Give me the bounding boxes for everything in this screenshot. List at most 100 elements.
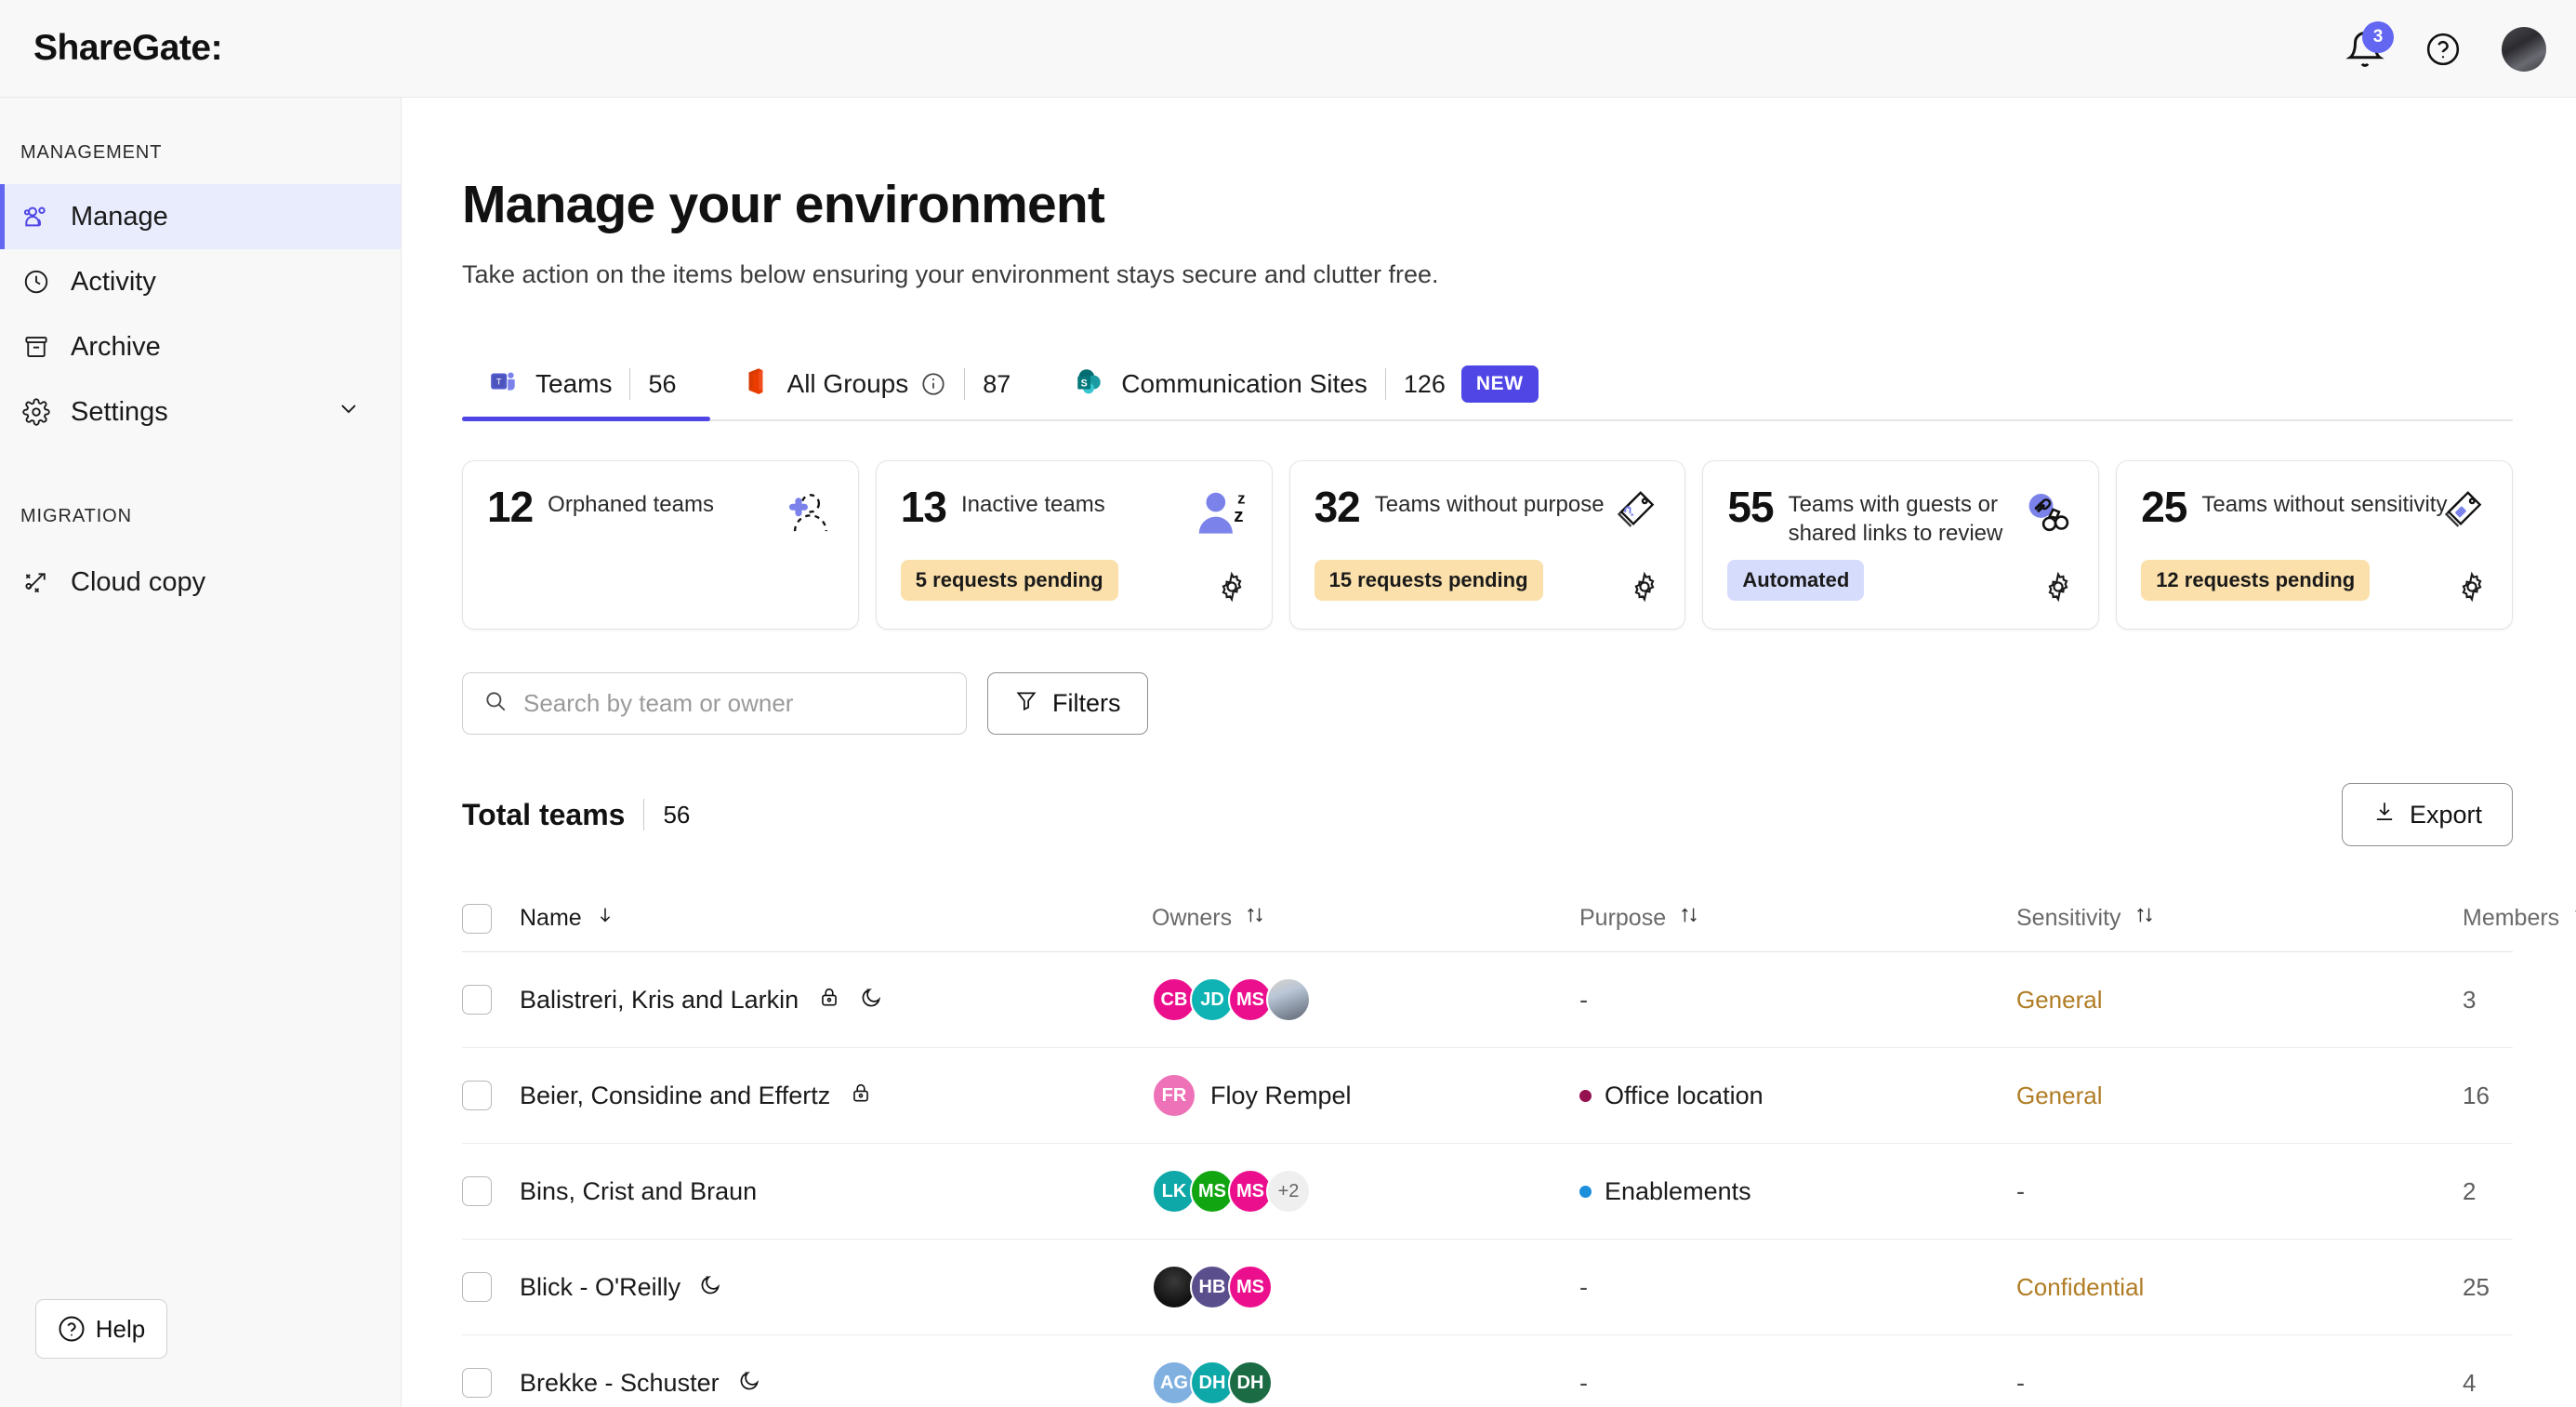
cell-members: 16 [2463, 1082, 2576, 1110]
sidebar-item-manage[interactable]: Manage [0, 184, 401, 249]
sidebar-item-settings[interactable]: Settings [0, 379, 401, 445]
card-settings-gear-icon[interactable] [2456, 571, 2488, 603]
card-settings-gear-icon[interactable] [1629, 571, 1660, 603]
stat-card-teams-without-purpose[interactable]: 32 Teams without purpose ? 15 requests p… [1288, 460, 1686, 630]
app-logo[interactable]: ShareGate: [33, 28, 223, 69]
column-header-members[interactable]: Members [2463, 905, 2576, 932]
table-row[interactable]: Blick - O'Reilly z HB MS - Confidential … [462, 1240, 2513, 1335]
cloud-copy-icon [20, 566, 52, 598]
avatar[interactable]: MS [1228, 1265, 1273, 1309]
column-header-sensitivity[interactable]: Sensitivity [2016, 905, 2463, 932]
tab-count: 87 [983, 369, 1011, 398]
row-checkbox[interactable] [462, 1272, 492, 1302]
avatar[interactable]: DH [1228, 1361, 1273, 1405]
help-circle-icon[interactable] [2425, 32, 2461, 67]
svg-text:z: z [865, 986, 870, 994]
cell-owners: CB JD MS [1152, 977, 1579, 1022]
table-row[interactable]: Brekke - Schuster z AG DH DH - - 4 [462, 1335, 2513, 1407]
purpose-dot [1579, 1089, 1592, 1102]
table-header-row: Name Owners Purpose Sensitivity Members [462, 885, 2576, 952]
search-icon [483, 689, 508, 718]
page-subtitle: Take action on the items below ensuring … [462, 260, 1439, 288]
row-checkbox[interactable] [462, 985, 492, 1015]
search-input[interactable] [523, 689, 945, 718]
search-row: Filters [462, 672, 2513, 735]
row-checkbox[interactable] [462, 1176, 492, 1206]
tab-label: All Groups [786, 369, 909, 398]
tab-all-groups[interactable]: All Groups 87 [710, 349, 1045, 419]
card-label: Teams without sensitivity [2201, 492, 2448, 517]
card-pill: 5 requests pending [900, 560, 1118, 601]
tab-teams[interactable]: T Teams 56 [462, 349, 710, 421]
avatar[interactable]: FR [1152, 1073, 1196, 1118]
sidebar-item-label: Activity [71, 266, 156, 297]
help-button[interactable]: Help [35, 1299, 167, 1359]
column-header-purpose[interactable]: Purpose [1579, 905, 2016, 932]
cell-owners: HB MS [1152, 1265, 1579, 1309]
owner-avatars: LK MS MS +2 [1152, 1169, 1311, 1214]
avatar-overflow-count[interactable]: +2 [1266, 1169, 1311, 1214]
card-number: 13 [900, 483, 947, 531]
card-number: 32 [1314, 483, 1361, 531]
sidebar-section-management: MANAGEMENT [20, 142, 163, 163]
svg-text:z: z [1234, 505, 1243, 526]
tab-count: 126 [1403, 369, 1446, 398]
chevron-down-icon[interactable] [336, 395, 362, 429]
tag-lock-icon [2432, 485, 2490, 543]
stat-cards: 12 Orphaned teams 13 Inactive teams z z … [462, 460, 2513, 630]
stat-card-teams-with-guests[interactable]: 55 Teams with guests or shared links to … [1702, 460, 2100, 630]
tab-communication-sites[interactable]: S Communication Sites 126 NEW [1044, 349, 1571, 419]
members-count: 25 [2463, 1272, 2490, 1301]
cell-members: 4 [2463, 1369, 2576, 1398]
card-settings-gear-icon[interactable] [2042, 571, 2074, 603]
table-row[interactable]: Balistreri, Kris and Larkin z CB JD MS - [462, 952, 2513, 1048]
avatar[interactable] [1266, 977, 1311, 1022]
row-checkbox-cell [462, 1368, 520, 1398]
stat-card-teams-without-sensitivity[interactable]: 25 Teams without sensitivity 12 requests… [2116, 460, 2513, 630]
cell-purpose: - [1579, 1273, 2016, 1302]
stat-card-orphaned-teams[interactable]: 12 Orphaned teams [462, 460, 859, 630]
sidebar-item-label: Manage [71, 201, 168, 232]
select-all-checkbox[interactable] [462, 903, 492, 934]
row-checkbox-cell [462, 1272, 520, 1302]
sidebar-item-label: Archive [71, 331, 161, 362]
purpose-value: Office location [1605, 1081, 1764, 1109]
info-icon[interactable] [920, 371, 946, 397]
notifications-button[interactable]: 3 [2345, 20, 2394, 69]
team-name: Brekke - Schuster [520, 1368, 720, 1397]
column-label: Owners [1152, 905, 1233, 931]
members-count: 16 [2463, 1081, 2490, 1109]
sidebar-item-activity[interactable]: Activity [0, 249, 401, 314]
sidebar-item-cloud-copy[interactable]: Cloud copy [0, 550, 401, 615]
sensitivity-value: General [2016, 1081, 2103, 1109]
export-button[interactable]: Export [2341, 783, 2513, 846]
sensitivity-value: General [2016, 985, 2103, 1014]
download-icon [2372, 800, 2397, 830]
column-header-name[interactable]: Name [520, 905, 1152, 932]
search-field[interactable] [462, 672, 967, 735]
moon-sleep-icon: z [738, 1368, 762, 1399]
help-button-label: Help [95, 1314, 146, 1343]
cell-members: 3 [2463, 986, 2576, 1015]
row-checkbox[interactable] [462, 1081, 492, 1110]
export-label: Export [2409, 800, 2482, 829]
owner-avatars: AG DH DH [1152, 1361, 1273, 1405]
card-settings-gear-icon[interactable] [1216, 571, 1248, 603]
row-checkbox-cell [462, 1081, 520, 1110]
row-checkbox[interactable] [462, 1368, 492, 1398]
teams-table: Name Owners Purpose Sensitivity Members … [462, 885, 2576, 1407]
cell-sensitivity: - [2016, 1369, 2463, 1398]
tag-question-icon: ? [1605, 485, 1662, 543]
stat-card-inactive-teams[interactable]: 13 Inactive teams z z 5 requests pending [875, 460, 1273, 630]
cell-name: Brekke - Schuster z [520, 1368, 1152, 1399]
filters-button[interactable]: Filters [987, 672, 1148, 735]
column-header-owners[interactable]: Owners [1152, 905, 1579, 932]
cell-name: Balistreri, Kris and Larkin z [520, 985, 1152, 1015]
sidebar-item-archive[interactable]: Archive [0, 314, 401, 379]
cell-sensitivity: - [2016, 1177, 2463, 1206]
lock-icon [817, 985, 841, 1015]
tab-label: Teams [535, 369, 613, 398]
table-row[interactable]: Bins, Crist and Braun LK MS MS +2 Enable… [462, 1144, 2513, 1240]
user-avatar[interactable] [2502, 26, 2546, 72]
table-row[interactable]: Beier, Considine and Effertz FR Floy Rem… [462, 1048, 2513, 1144]
